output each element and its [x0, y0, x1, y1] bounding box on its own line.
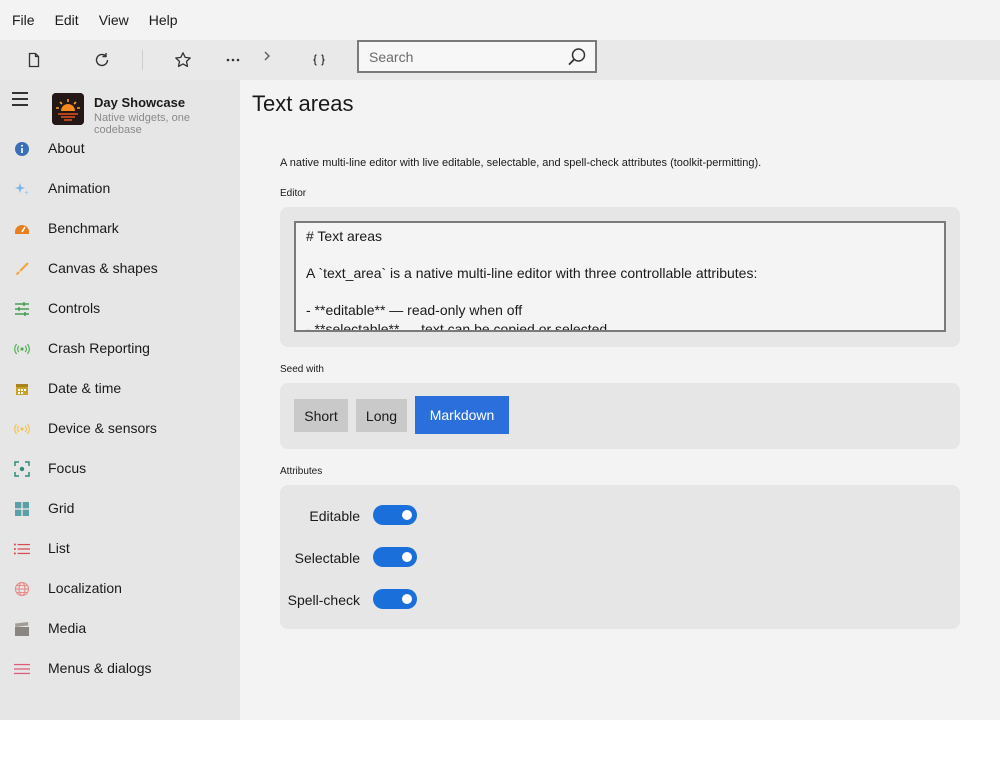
attribute-label: Selectable — [294, 550, 360, 566]
hamburger-menu-icon[interactable] — [12, 92, 28, 106]
info-icon — [14, 141, 30, 157]
sparkle-icon — [14, 181, 30, 197]
new-file-icon[interactable] — [22, 48, 46, 72]
sidebar-item-label: Animation — [48, 180, 111, 196]
sidebar-item-animation[interactable]: Animation — [0, 169, 240, 209]
sidebar-item-benchmark[interactable]: Benchmark — [0, 209, 240, 249]
sidebar-item-label: Media — [48, 620, 87, 636]
attributes-section-label: Attributes — [280, 466, 323, 477]
sidebar-item-date-time[interactable]: Date & time — [0, 369, 240, 409]
gauge-icon — [14, 221, 30, 237]
refresh-icon[interactable] — [90, 48, 114, 72]
page-title: Text areas — [252, 91, 354, 116]
menu-help[interactable]: Help — [139, 0, 188, 40]
sidebar-item-device-sensors[interactable]: Device & sensors — [0, 409, 240, 449]
search-input[interactable] — [359, 48, 557, 65]
sidebar-item-menus-dialogs[interactable]: Menus & dialogs — [0, 649, 240, 689]
sidebar-item-label: Grid — [48, 500, 75, 516]
sidebar-item-media[interactable]: Media — [0, 609, 240, 649]
sidebar-item-label: Menus & dialogs — [48, 660, 152, 676]
sidebar-item-crash-reporting[interactable]: Crash Reporting — [0, 329, 240, 369]
attribute-label: Editable — [309, 508, 360, 524]
main-content: Text areas A native multi-line editor wi… — [240, 80, 1000, 720]
attribute-row-spell-check: Spell-check — [280, 589, 480, 613]
grid-icon — [14, 501, 30, 517]
attribute-row-selectable: Selectable — [280, 547, 480, 571]
text-area-editor[interactable]: # Text areas A `text_area` is a native m… — [294, 221, 946, 332]
sidebar-item-list[interactable]: List — [0, 529, 240, 569]
menu-edit[interactable]: Edit — [45, 0, 89, 40]
sensor-icon — [14, 421, 30, 437]
sidebar-item-label: Controls — [48, 300, 101, 316]
spell-check-toggle[interactable] — [373, 589, 417, 609]
star-icon[interactable] — [171, 48, 195, 72]
sidebar-item-label: Canvas & shapes — [48, 260, 158, 276]
attributes-panel: Editable Selectable Spell-check — [280, 485, 960, 629]
sidebar-item-localization[interactable]: Localization — [0, 569, 240, 609]
selectable-toggle[interactable] — [373, 547, 417, 567]
page-description: A native multi-line editor with live edi… — [280, 157, 762, 169]
sidebar-item-label: Date & time — [48, 380, 122, 396]
app-logo — [52, 93, 84, 125]
attribute-label: Spell-check — [287, 592, 360, 608]
list-icon — [14, 541, 30, 557]
sidebar-item-focus[interactable]: Focus — [0, 449, 240, 489]
sidebar-item-controls[interactable]: Controls — [0, 289, 240, 329]
search-icon[interactable] — [567, 47, 587, 67]
menu-file[interactable]: File — [2, 0, 45, 40]
chevron-right-icon[interactable] — [255, 44, 279, 68]
sidebar-item-label: Device & sensors — [48, 420, 157, 436]
globe-icon — [14, 581, 30, 597]
seed-panel: Short Long Markdown — [280, 383, 960, 449]
calendar-icon — [14, 381, 30, 397]
sidebar-item-label: Crash Reporting — [48, 340, 150, 356]
menu-view[interactable]: View — [89, 0, 139, 40]
sidebar-item-label: Benchmark — [48, 220, 119, 236]
broadcast-icon — [14, 341, 30, 357]
sidebar-item-label: Localization — [48, 580, 122, 596]
editable-toggle[interactable] — [373, 505, 417, 525]
sidebar-item-about[interactable]: About — [0, 129, 240, 169]
seed-short-button[interactable]: Short — [294, 399, 348, 432]
editor-section-label: Editor — [280, 188, 307, 199]
clapper-icon — [14, 621, 30, 637]
seed-long-button[interactable]: Long — [356, 399, 407, 432]
attribute-row-editable: Editable — [280, 505, 480, 529]
focus-icon — [14, 461, 30, 477]
more-icon[interactable] — [221, 48, 245, 72]
seed-markdown-button[interactable]: Markdown — [415, 396, 509, 434]
sidebar-item-canvas-shapes[interactable]: Canvas & shapes — [0, 249, 240, 289]
sidebar: Day Showcase Native widgets, one codebas… — [0, 80, 240, 720]
menu-lines-icon — [14, 661, 30, 677]
sidebar-item-label: About — [48, 140, 85, 156]
sidebar-item-label: List — [48, 540, 70, 556]
app-window: File Edit View Help Search Day Showcase … — [0, 0, 1000, 720]
toolbar-separator — [142, 50, 143, 70]
editor-panel: # Text areas A `text_area` is a native m… — [280, 207, 960, 347]
editor-line: - **selectable** — text can be copied or… — [306, 320, 608, 332]
editor-line: A `text_area` is a native multi-line edi… — [306, 265, 758, 281]
sliders-icon — [14, 301, 30, 317]
seed-section-label: Seed with — [280, 364, 324, 375]
editor-line: - **editable** — read-only when off — [306, 302, 523, 318]
menu-bar: File Edit View Help — [0, 0, 1000, 40]
sidebar-item-label: Focus — [48, 460, 87, 476]
search-box[interactable] — [357, 40, 597, 73]
sidebar-item-grid[interactable]: Grid — [0, 489, 240, 529]
editor-line: # Text areas — [306, 228, 383, 244]
code-braces-icon[interactable] — [307, 48, 331, 72]
app-name: Day Showcase — [94, 95, 186, 110]
brush-icon — [14, 261, 30, 277]
